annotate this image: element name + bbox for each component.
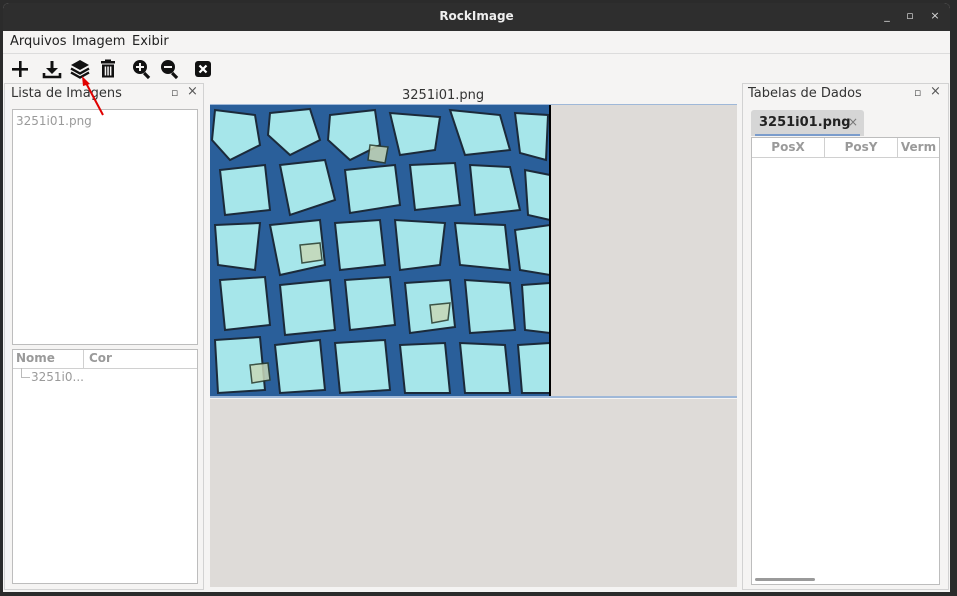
tree-branch-line (21, 368, 30, 378)
secondary-view (210, 399, 737, 587)
data-table-tab[interactable]: 3251i01.png × (751, 110, 864, 136)
menu-arquivos[interactable]: Arquivos (10, 34, 67, 49)
tree-header: Nome Cor (13, 350, 197, 369)
tree-header-divider (83, 350, 84, 368)
image-title: 3251i01.png (402, 88, 485, 103)
menu-bar: Arquivos Imagem Exibir (3, 31, 950, 54)
float-panel-button[interactable]: ▫ (914, 86, 921, 99)
toolbar (3, 54, 950, 84)
column-header-posx[interactable]: PosX (752, 138, 825, 157)
horizontal-scrollbar[interactable] (755, 578, 815, 581)
window-title: RockImage (439, 9, 514, 23)
image-bottom-border (210, 396, 737, 398)
column-header-verm[interactable]: Verm (898, 138, 939, 157)
maximize-button[interactable]: ▫ (903, 9, 917, 23)
close-panel-button[interactable]: × (187, 84, 198, 99)
close-panel-button[interactable]: × (930, 84, 941, 99)
image-list-panel: Lista de Imagens ▫ × 3251i01.png Nome Co… (4, 83, 204, 590)
menu-imagem[interactable]: Imagem (72, 34, 125, 49)
float-panel-button[interactable]: ▫ (171, 86, 178, 99)
rock-thin-section-image (210, 105, 551, 396)
close-image-icon[interactable] (192, 58, 214, 80)
annotation-arrow (82, 76, 104, 116)
tab-active-indicator (755, 134, 860, 136)
tree-header-nome[interactable]: Nome (16, 351, 55, 365)
image-view-area: 3251i01.png (206, 84, 742, 589)
data-tables-panel: Tabelas de Dados ▫ × 3251i01.png × PosX … (742, 83, 949, 590)
table-header: PosX PosY Verm (752, 138, 939, 158)
data-tables-title: Tabelas de Dados (748, 86, 862, 101)
tree-item[interactable]: 3251i0... (31, 370, 84, 384)
data-table: PosX PosY Verm (751, 137, 940, 585)
zoom-out-icon[interactable] (159, 58, 181, 80)
app-window: RockImage _ ▫ × Arquivos Imagem Exibir L… (3, 3, 950, 592)
tab-close-icon[interactable]: × (848, 115, 858, 129)
image-canvas[interactable] (210, 105, 737, 396)
download-icon[interactable] (41, 58, 63, 80)
layer-tree: Nome Cor 3251i0... (12, 349, 198, 584)
tree-header-cor[interactable]: Cor (89, 351, 112, 365)
image-list: 3251i01.png (12, 109, 198, 345)
zoom-in-icon[interactable] (131, 58, 153, 80)
minimize-button[interactable]: _ (880, 9, 894, 23)
data-table-tab-label: 3251i01.png (759, 115, 851, 130)
menu-exibir[interactable]: Exibir (132, 34, 169, 49)
add-icon[interactable] (9, 58, 31, 80)
title-bar: RockImage _ ▫ × (3, 3, 950, 31)
close-window-button[interactable]: × (928, 9, 942, 23)
column-header-posy[interactable]: PosY (825, 138, 898, 157)
